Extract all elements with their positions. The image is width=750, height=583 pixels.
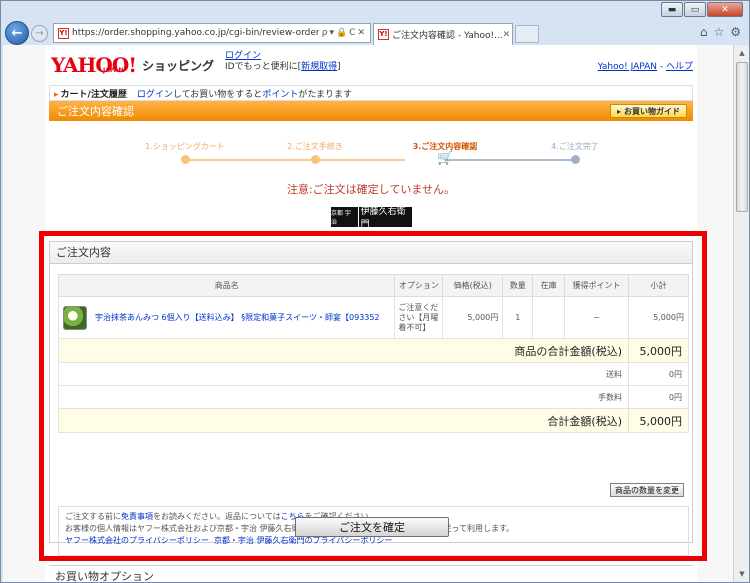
login-block: ログイン IDでもっと便利に[新規取得] (225, 51, 341, 73)
cart-history-link[interactable]: カート/注文履歴 (54, 87, 127, 100)
login-hint-end: ] (337, 62, 341, 72)
page-title: ご注文内容確認 (57, 105, 134, 118)
progress-steps: 1.ショッピングカート 2.ご注文手続き 3.ご注文内容確認 4.ご注文完了 🛒 (145, 135, 599, 175)
shopping-options-heading: お買い物オプション (49, 565, 693, 582)
minimize-button[interactable]: ▬ (661, 2, 683, 17)
shop-logo-small: 京都 宇治 (331, 210, 351, 226)
login-link[interactable]: ログイン (225, 51, 261, 61)
yahoo-favicon-icon: Y! (58, 27, 69, 39)
link-sep: - (657, 62, 666, 72)
cart-bar: カート/注文履歴 ログイン してお買い物をすると ポイント がたまります (49, 85, 693, 101)
shopping-guide-button[interactable]: お買い物ガイド (609, 104, 687, 118)
step-2-label: 2.ご注文手続き (287, 142, 343, 151)
step-4-label: 4.ご注文完了 (551, 142, 599, 151)
shop-logo[interactable]: 京都 宇治 伊藤久右衛門 (331, 203, 413, 231)
home-icon[interactable]: ⌂ (700, 25, 708, 39)
tab-close-icon[interactable]: ✕ (503, 30, 511, 40)
page-title-bar: ご注文内容確認 お買い物ガイド (49, 101, 693, 121)
logo-shopping: ショッピング (142, 59, 215, 73)
not-confirmed-notice: 注意:ご注文は確定していません。 (286, 183, 456, 196)
address-url[interactable]: https://order.shopping.yahoo.co.jp/cgi-b… (72, 28, 319, 38)
scroll-down-icon[interactable]: ▼ (735, 567, 749, 581)
login-hint: IDでもっと便利に[ (225, 62, 302, 72)
help-link[interactable]: ヘルプ (666, 62, 693, 72)
step-line-todo (445, 159, 575, 161)
favorites-star-icon[interactable]: ☆ (713, 25, 724, 39)
browser-window: ▬ ▭ ✕ ← → Y! https://order.shopping.yaho… (0, 0, 750, 583)
window-controls: ▬ ▭ ✕ (660, 2, 743, 17)
address-bar[interactable]: Y! https://order.shopping.yahoo.co.jp/cg… (53, 23, 371, 43)
back-button[interactable]: ← (5, 21, 29, 45)
logo-japan: JAPAN (103, 67, 124, 74)
browser-tools: ⌂ ☆ ⚙ (700, 25, 741, 39)
page-content: YAHOO! ショッピング JAPAN ログイン IDでもっと便利に[新規取得]… (39, 45, 707, 582)
page-viewport: YAHOO! ショッピング JAPAN ログイン IDでもっと便利に[新規取得]… (3, 45, 733, 582)
cart-icon: 🛒 (437, 151, 454, 166)
yahoo-japan-link[interactable]: Yahoo! JAPAN (598, 62, 657, 72)
step-4-dot (571, 155, 580, 164)
tab-order-review[interactable]: Y! ご注文内容確認 - Yahoo!... ✕ (373, 23, 513, 45)
step-1-label: 1.ショッピングカート (145, 142, 225, 151)
cart-login-link[interactable]: ログイン (137, 87, 173, 100)
address-actions-icons[interactable]: ρ▾🔒C✕ (319, 28, 370, 38)
shop-logo-big: 伊藤久右衛門 (357, 203, 413, 231)
new-tab-button[interactable] (515, 25, 539, 43)
nav-bar: ← → Y! https://order.shopping.yahoo.co.j… (1, 21, 749, 45)
tab-favicon-icon: Y! (378, 29, 389, 40)
step-2-dot (311, 155, 320, 164)
cart-text-mid: してお買い物をすると (172, 89, 263, 100)
points-link[interactable]: ポイント (262, 87, 298, 100)
yahoo-shopping-logo[interactable]: YAHOO! ショッピング (51, 51, 214, 75)
signup-link[interactable]: 新規取得 (301, 62, 337, 72)
maximize-button[interactable]: ▭ (684, 2, 706, 17)
title-bar: ▬ ▭ ✕ (1, 1, 749, 21)
close-window-button[interactable]: ✕ (707, 2, 743, 17)
highlight-frame (39, 231, 707, 561)
settings-gear-icon[interactable]: ⚙ (730, 25, 741, 39)
top-links: Yahoo! JAPAN - ヘルプ (598, 59, 693, 72)
step-line-done (185, 159, 405, 161)
cart-text-end: がたまります (298, 89, 353, 100)
forward-button[interactable]: → (31, 25, 48, 42)
step-1-dot (181, 155, 190, 164)
vertical-scrollbar[interactable]: ▲ ▼ (733, 45, 749, 582)
scroll-up-icon[interactable]: ▲ (735, 46, 749, 60)
tab-title: ご注文内容確認 - Yahoo!... (392, 31, 503, 41)
scroll-thumb[interactable] (736, 62, 748, 212)
